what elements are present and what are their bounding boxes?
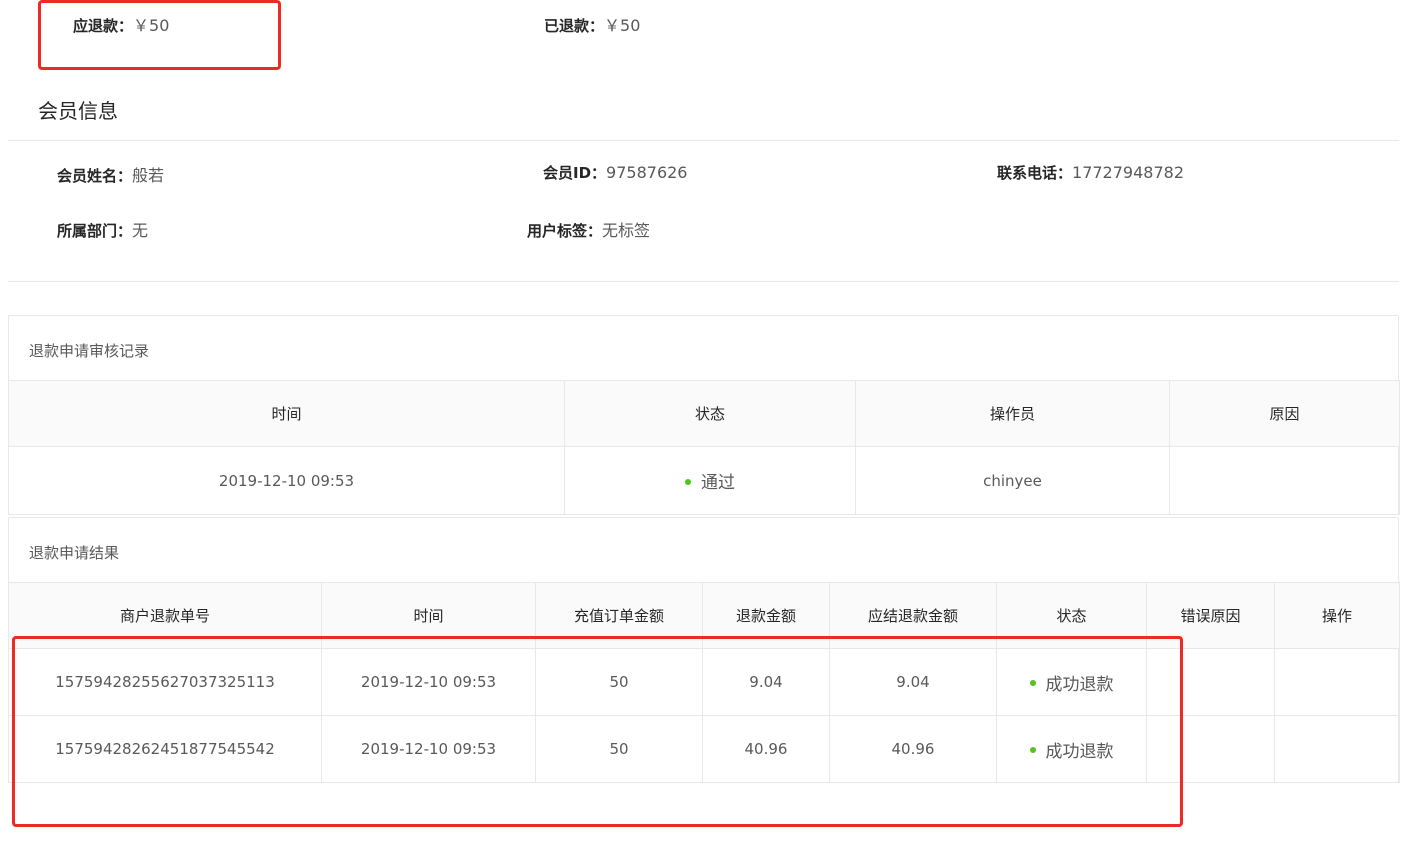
highlight-box-refund-due	[38, 0, 281, 70]
highlight-box-result-rows	[12, 636, 1183, 827]
success-dot-icon	[685, 478, 691, 485]
member-phone-value: 17727948782	[1072, 163, 1184, 182]
review-header-row: 时间 状态 操作员 原因	[8, 380, 1400, 447]
member-tag-field: 用户标签：无标签	[527, 217, 650, 241]
member-tag-value: 无标签	[602, 221, 651, 240]
review-reason-cell	[1169, 446, 1400, 515]
action-cell	[1274, 715, 1400, 783]
refunded-field: 已退款：￥50	[544, 12, 640, 36]
divider	[8, 140, 1399, 141]
member-phone-label: 联系电话：	[997, 164, 1073, 182]
divider	[8, 281, 1399, 282]
review-table: 时间 状态 操作员 原因 2019-12-10 09:53 通过 chinyee	[8, 380, 1400, 515]
member-dept-value: 无	[132, 221, 149, 240]
review-status-text: 通过	[701, 473, 735, 493]
action-cell	[1274, 648, 1400, 716]
member-dept-label: 所属部门：	[57, 222, 133, 240]
refunded-value: ￥50	[604, 16, 641, 35]
member-dept-field: 所属部门：无	[57, 217, 148, 241]
column-header: 时间	[8, 380, 565, 447]
result-card-title: 退款申请结果	[29, 544, 120, 562]
member-id-value: 97587626	[606, 163, 688, 182]
member-id-field: 会员ID：97587626	[543, 162, 687, 183]
review-status-cell: 通过	[564, 446, 856, 515]
table-row: 2019-12-10 09:53 通过 chinyee	[8, 446, 1400, 515]
member-name-field: 会员姓名：般若	[57, 162, 164, 186]
member-id-label: 会员ID：	[543, 164, 607, 182]
member-name-label: 会员姓名：	[57, 167, 133, 185]
column-header: 原因	[1169, 380, 1400, 447]
member-tag-label: 用户标签：	[527, 222, 603, 240]
member-name-value: 般若	[132, 166, 165, 185]
review-time-cell: 2019-12-10 09:53	[8, 446, 565, 515]
review-operator-cell: chinyee	[855, 446, 1170, 515]
member-section-title: 会员信息	[38, 99, 118, 123]
refunded-label: 已退款：	[544, 17, 605, 35]
column-header: 操作	[1274, 582, 1400, 649]
column-header: 状态	[564, 380, 856, 447]
review-card-title: 退款申请审核记录	[29, 342, 150, 360]
review-record-card: 退款申请审核记录 时间 状态 操作员 原因 2019-12-10 09:53 通…	[8, 315, 1400, 515]
member-phone-field: 联系电话：17727948782	[997, 162, 1184, 183]
column-header: 操作员	[855, 380, 1170, 447]
